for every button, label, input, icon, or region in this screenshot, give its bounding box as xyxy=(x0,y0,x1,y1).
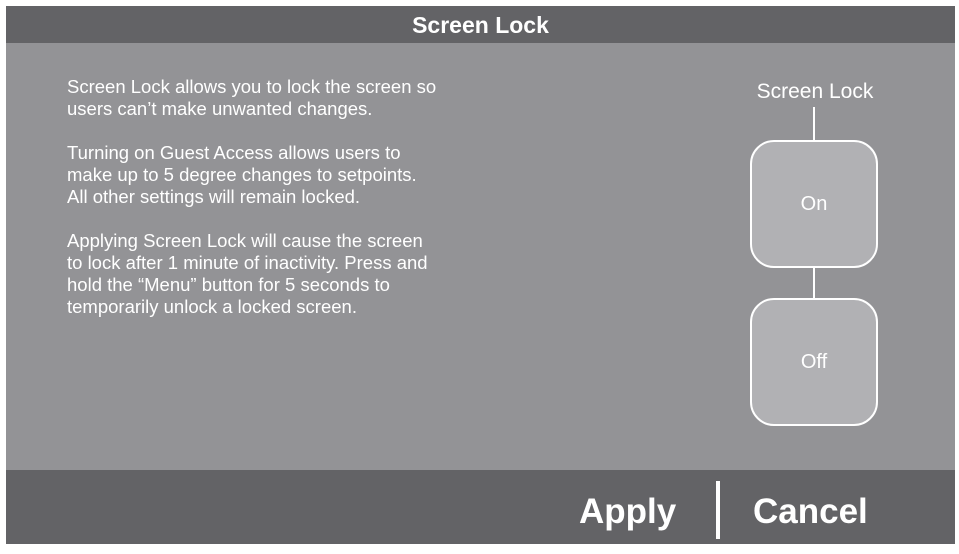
connector-line-middle xyxy=(813,268,815,298)
screen-lock-screen: Screen Lock Screen Lock allows you to lo… xyxy=(6,6,955,544)
description-paragraph-1: Screen Lock allows you to lock the scree… xyxy=(67,76,437,119)
screen-lock-on-button[interactable]: On xyxy=(750,140,878,268)
page-title: Screen Lock xyxy=(6,6,955,43)
action-divider xyxy=(716,481,720,539)
cancel-button[interactable]: Cancel xyxy=(753,470,868,544)
description-paragraph-2: Turning on Guest Access allows users to … xyxy=(67,142,417,207)
action-bar: Apply Cancel xyxy=(6,470,955,544)
screen-lock-option-label: Screen Lock xyxy=(756,80,874,103)
apply-button[interactable]: Apply xyxy=(579,470,676,544)
description-text: Screen Lock allows you to lock the scree… xyxy=(67,76,437,340)
description-paragraph-3: Applying Screen Lock will cause the scre… xyxy=(67,230,428,317)
connector-line-top xyxy=(813,107,815,140)
screen-lock-off-button[interactable]: Off xyxy=(750,298,878,426)
